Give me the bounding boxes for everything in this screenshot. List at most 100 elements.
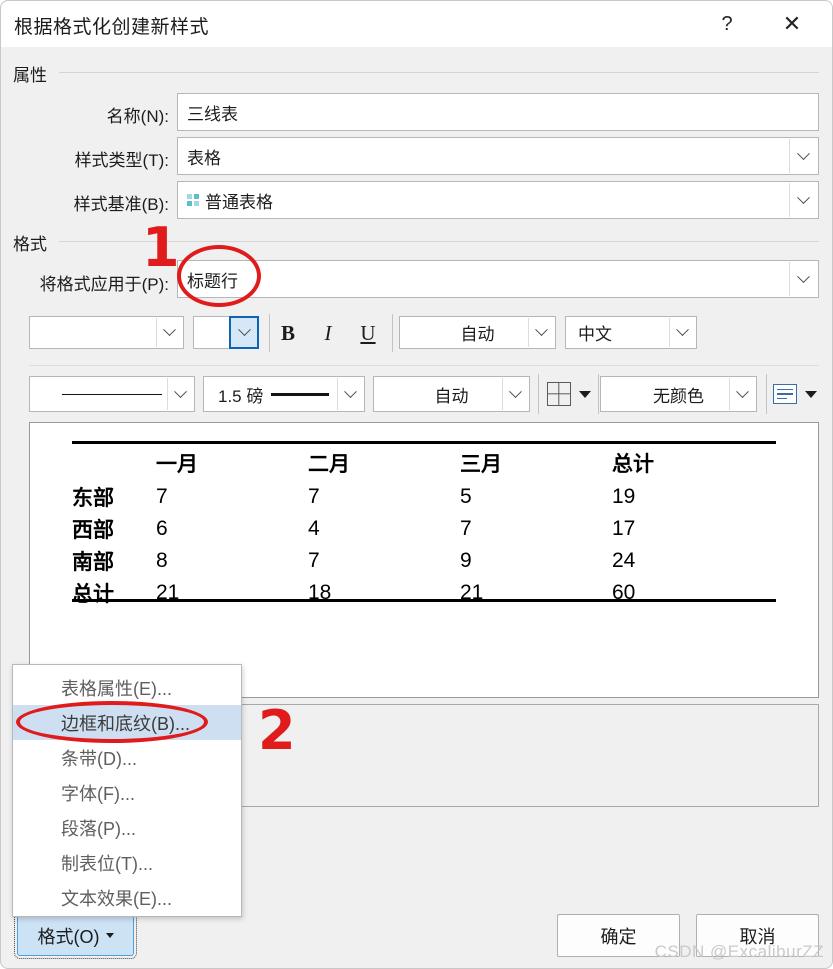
border-color-combo[interactable]: 自动 [373,376,530,412]
menu-item-text-effects[interactable]: 文本效果(E)... [13,880,241,915]
table-col-header: 一月 [156,453,198,476]
menu-item-banding[interactable]: 条带(D)... [13,740,241,775]
title-bar: 根据格式化创建新样式 ? ✕ [1,1,832,47]
name-input-value: 三线表 [187,104,238,124]
script-value: 中文 [578,325,612,344]
style-type-value: 表格 [187,148,221,168]
name-input[interactable]: 三线表 [177,93,819,131]
annotation-ellipse-2 [16,701,208,743]
caret-down-icon [105,933,114,938]
table-row-header: 南部 [72,551,114,574]
table-row-header: 东部 [72,487,114,510]
chevron-down-icon[interactable] [167,378,193,410]
chevron-down-icon[interactable] [669,318,695,347]
chevron-down-icon[interactable] [789,183,817,217]
script-combo[interactable]: 中文 [565,316,697,349]
toolbar-separator-5 [766,374,767,414]
toolbar-separator-3 [538,374,539,414]
help-icon[interactable]: ? [704,5,750,43]
table-cell: 19 [612,485,636,508]
table-row: 东部 7 7 5 19 [48,481,764,513]
font-family-combo[interactable] [29,316,184,349]
annotation-marker-2: 2 [258,699,296,762]
ok-button-label: 确定 [600,926,637,947]
borders-dropdown-arrow-icon[interactable] [579,391,591,398]
toolbar-separator-2 [392,314,393,352]
border-width-combo[interactable]: 1.5 磅 [203,376,365,412]
preview-top-rule [72,441,776,444]
style-type-combo[interactable]: 表格 [177,137,819,175]
table-cell: 21 [156,581,180,604]
table-row-header: 西部 [72,519,114,542]
group-label-properties: 属性 [13,61,55,86]
shading-color-value: 无颜色 [653,386,704,406]
chevron-down-icon[interactable] [729,378,755,410]
format-button[interactable]: 格式(O) [14,912,137,959]
apply-to-combo[interactable]: 标题行 [177,260,819,298]
style-base-label: 样式基准(B): [9,190,169,215]
shading-color-combo[interactable]: 无颜色 [600,376,757,412]
border-style-combo[interactable] [29,376,195,412]
table-cell: 9 [460,549,472,572]
style-base-label-text: 样式基准(B): [73,195,169,214]
table-row: 总计 21 18 21 60 [48,577,764,609]
chevron-down-icon[interactable] [337,378,363,410]
chevron-down-icon[interactable] [502,378,528,410]
table-header-row: 一月 二月 三月 总计 [48,447,764,481]
preview-table: 一月 二月 三月 总计 东部 7 7 5 19 西部 6 4 7 17 南部 8… [48,447,764,609]
style-base-value: 普通表格 [205,192,273,212]
chevron-down-icon[interactable] [789,139,817,173]
table-row: 西部 6 4 7 17 [48,513,764,545]
toolbar-divider [29,365,819,366]
chevron-down-icon[interactable] [156,318,182,347]
shading-dropdown-arrow-icon[interactable] [805,391,817,398]
menu-item-paragraph[interactable]: 段落(P)... [13,810,241,845]
chevron-down-icon[interactable] [528,318,554,347]
menu-item-tabs[interactable]: 制表位(T)... [13,845,241,880]
table-cell: 21 [460,581,484,604]
borders-grid-icon[interactable] [547,382,571,406]
group-label-formatting: 格式 [13,230,55,255]
table-row: 南部 8 7 9 24 [48,545,764,577]
solid-line-icon [62,393,162,395]
table-cell: 7 [308,549,320,572]
style-base-combo[interactable]: 普通表格 [177,181,819,219]
underline-button[interactable]: U [352,317,384,349]
font-size-combo[interactable] [193,316,259,349]
border-width-value: 1.5 磅 [218,386,264,406]
font-color-combo[interactable]: 自动 [399,316,556,349]
new-style-dialog: 根据格式化创建新样式 ? ✕ 属性 名称(N): 三线表 样式类型(T): 表格… [0,0,833,969]
table-cell: 17 [612,517,636,540]
table-row-header: 总计 [72,583,114,606]
name-label: 名称(N): [9,102,169,127]
style-type-label: 样式类型(T): [9,146,169,171]
page-title: 根据格式化创建新样式 [14,17,210,38]
font-color-value: 自动 [460,325,495,344]
table-cell: 6 [156,517,168,540]
table-cell: 8 [156,549,168,572]
annotation-ellipse-1 [177,245,261,307]
table-corner-cell [48,447,156,481]
table-cell: 24 [612,549,636,572]
watermark: CSDN @ExcaliburZZ [654,942,824,961]
table-cell: 18 [308,581,332,604]
table-grid-icon [187,194,199,206]
style-type-label-text: 样式类型(T): [74,151,169,170]
italic-button[interactable]: I [312,317,344,349]
bold-button[interactable]: B [272,317,304,349]
group-rule-properties [59,72,819,73]
table-preview: 一月 二月 三月 总计 东部 7 7 5 19 西部 6 4 7 17 南部 8… [29,422,819,698]
menu-item-font[interactable]: 字体(F)... [13,775,241,810]
name-label-text: 名称(N): [106,107,169,126]
table-cell: 60 [612,581,636,604]
table-cell: 7 [308,485,320,508]
close-icon[interactable]: ✕ [769,5,815,43]
border-color-value: 自动 [434,386,469,406]
menu-item-table-properties[interactable]: 表格属性(E)... [13,670,241,705]
table-col-header: 三月 [460,453,502,476]
table-cell: 4 [308,517,320,540]
shading-style-icon[interactable] [773,384,797,404]
chevron-down-icon[interactable] [229,316,259,349]
table-cell: 7 [156,485,168,508]
chevron-down-icon[interactable] [789,262,817,296]
